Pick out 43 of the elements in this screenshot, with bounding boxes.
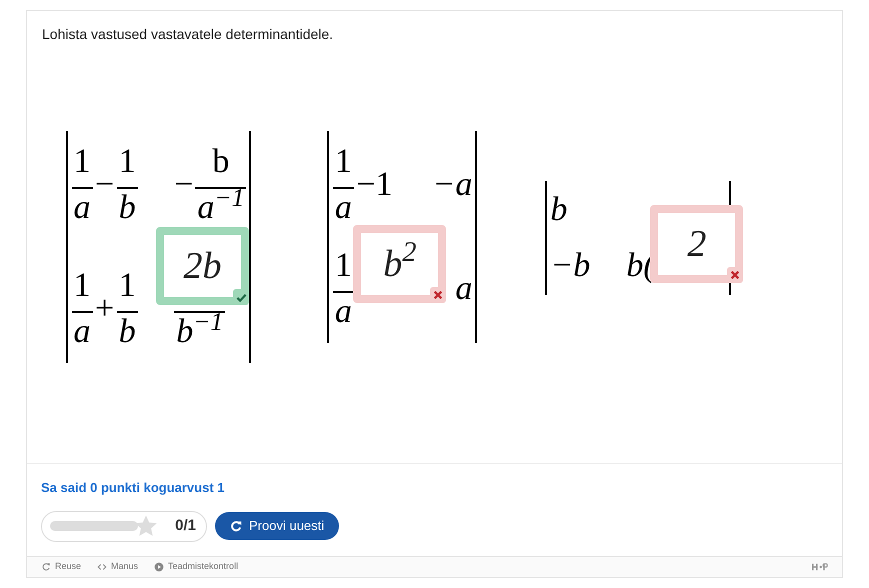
- answer-text: 2b: [184, 244, 222, 288]
- score-text: 0/1: [175, 516, 196, 536]
- denominator: a: [332, 187, 354, 227]
- play-circle-icon: [154, 562, 164, 572]
- numerator: 1: [118, 267, 137, 306]
- numerator: 1: [334, 247, 353, 286]
- denominator: b$^{−1}$: [174, 311, 226, 351]
- answer-text: b$^{2}$: [383, 236, 416, 286]
- feedback-text: Sa said 0 punkti koguarvust 1: [41, 480, 224, 495]
- math-operator: −: [174, 166, 194, 204]
- logo-icon: [812, 563, 828, 571]
- answer-text: 2: [687, 222, 706, 266]
- check-icon: [233, 289, 249, 305]
- answer-tile[interactable]: 2b: [156, 227, 249, 305]
- numerator: 1: [72, 267, 92, 306]
- star-icon: [134, 514, 158, 538]
- code-icon: [97, 562, 108, 572]
- math-operator: −1: [356, 166, 393, 204]
- answer-tile[interactable]: 2: [650, 205, 744, 283]
- math-operator: +: [95, 290, 114, 328]
- math-term: −b: [550, 247, 590, 285]
- retry-button[interactable]: Proovi uuesti: [215, 512, 340, 540]
- numerator: 1: [334, 143, 353, 182]
- denominator: a: [72, 311, 92, 351]
- cross-icon: [727, 267, 744, 283]
- refresh-icon: [230, 520, 242, 532]
- math-term: b: [550, 191, 568, 229]
- numerator: 1: [72, 143, 92, 182]
- footer-link[interactable]: Teadmistekontroll: [154, 560, 238, 574]
- footer-link[interactable]: Reuse: [41, 560, 82, 574]
- denominator: b: [116, 311, 138, 351]
- numerator: b: [211, 143, 230, 182]
- denominator: a: [72, 187, 92, 227]
- refresh-icon: [41, 562, 51, 572]
- denominator: b: [116, 187, 138, 227]
- question-text: Lohista vastused vastavatele determinantidele.: [42, 26, 334, 42]
- answer-tile[interactable]: b$^{2}$: [353, 225, 446, 303]
- math-operator: −: [95, 166, 114, 204]
- numerator: 1: [118, 143, 137, 182]
- footer-link[interactable]: Manus: [97, 560, 138, 574]
- math-term: −a: [432, 166, 472, 204]
- cross-icon: [430, 287, 446, 303]
- math-term: a: [455, 270, 472, 308]
